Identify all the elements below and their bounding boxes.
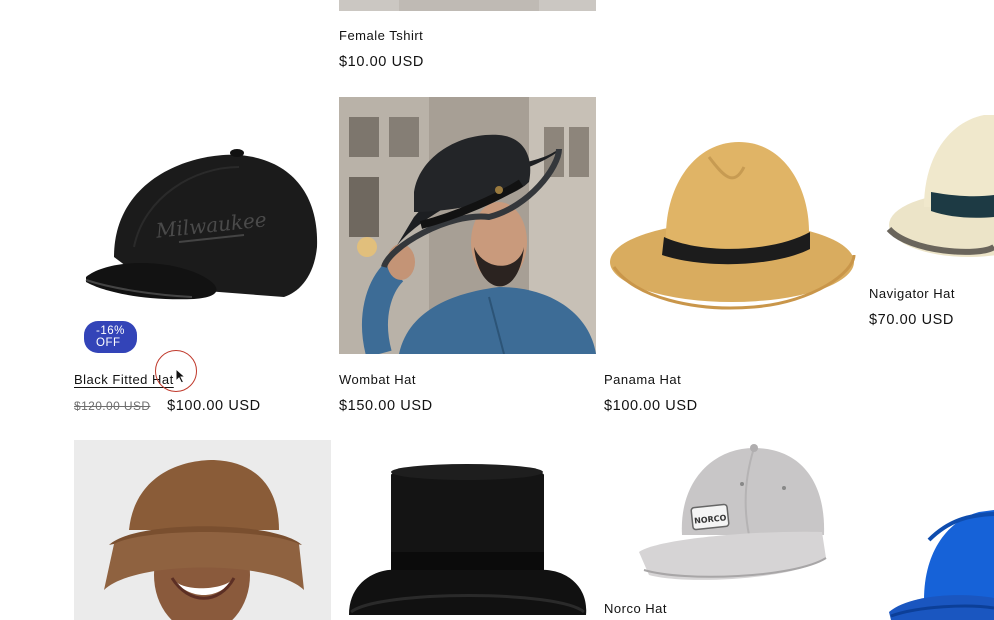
mouse-pointer-icon [175, 368, 187, 384]
price-current: $100.00 USD [604, 398, 698, 414]
product-title[interactable]: Wombat Hat [339, 372, 416, 387]
navigator-hat-image[interactable] [869, 97, 994, 272]
product-title[interactable]: Norco Hat [604, 601, 667, 616]
panama-hat-image[interactable] [604, 97, 861, 354]
price-current: $100.00 USD [167, 398, 261, 414]
price-compare: $120.00 USD [74, 399, 151, 413]
price-current: $10.00 USD [339, 54, 424, 70]
discount-badge: -16% OFF [84, 321, 137, 353]
top-hat-image[interactable] [339, 440, 596, 620]
price-current: $150.00 USD [339, 398, 433, 414]
price-current: $70.00 USD [869, 312, 954, 328]
product-title[interactable]: Female Tshirt [339, 28, 423, 43]
black-fitted-hat-image[interactable]: Milwaukee [74, 97, 331, 354]
blue-cap-image[interactable] [869, 500, 994, 620]
product-title[interactable]: Panama Hat [604, 372, 681, 387]
norco-hat-image[interactable]: NORCO [604, 440, 861, 590]
product-title[interactable]: Navigator Hat [869, 286, 955, 301]
product-price: $120.00 USD $100.00 USD [74, 398, 261, 414]
product-price: $100.00 USD [604, 398, 698, 414]
wombat-hat-image[interactable] [339, 97, 596, 354]
bucket-hat-image[interactable] [74, 440, 331, 620]
female-tshirt-image[interactable] [339, 0, 596, 11]
product-price: $10.00 USD [339, 54, 424, 70]
product-price: $150.00 USD [339, 398, 433, 414]
product-price: $70.00 USD [869, 312, 954, 328]
